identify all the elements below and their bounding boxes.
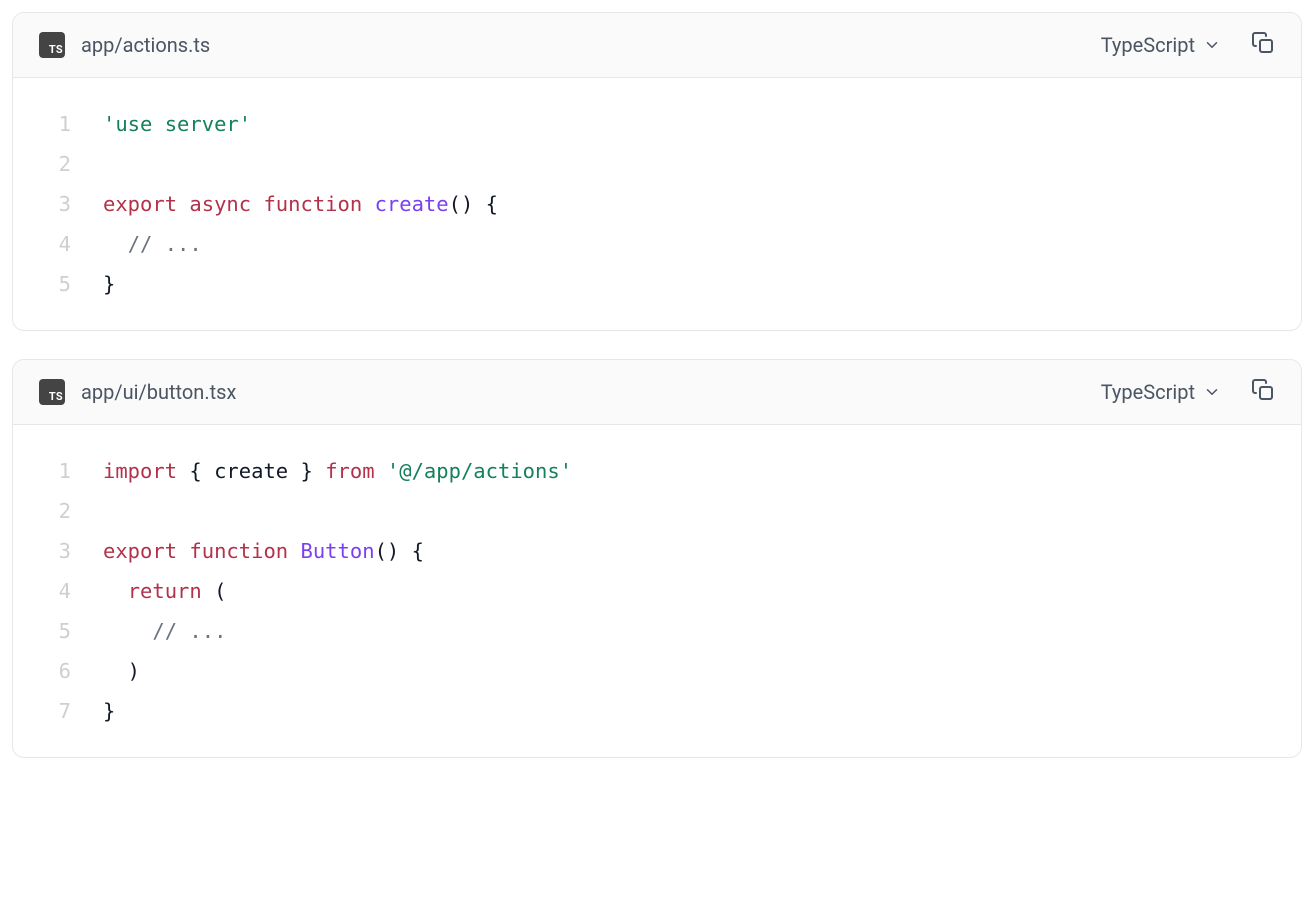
line-content xyxy=(103,491,1301,531)
code-block-header: TS app/actions.tsTypeScript xyxy=(13,13,1301,78)
code-token: function xyxy=(263,192,362,216)
line-number: 6 xyxy=(13,651,103,691)
code-token: from xyxy=(325,459,374,483)
line-number: 5 xyxy=(13,611,103,651)
code-block: TS app/actions.tsTypeScript 1'use server'2… xyxy=(12,12,1302,331)
line-content: // ... xyxy=(103,224,1301,264)
line-number: 2 xyxy=(13,491,103,531)
code-token: } xyxy=(288,459,325,483)
line-content: import { create } from '@/app/actions' xyxy=(103,451,1301,491)
code-token: // ... xyxy=(152,619,226,643)
code-token: export xyxy=(103,192,177,216)
typescript-badge-icon: TS xyxy=(39,32,65,58)
code-line: 7} xyxy=(13,691,1301,731)
code-token: 'use server' xyxy=(103,112,251,136)
code-line: 5} xyxy=(13,264,1301,304)
line-content: export async function create() { xyxy=(103,184,1301,224)
line-content: export function Button() { xyxy=(103,531,1301,571)
code-token: // ... xyxy=(128,232,202,256)
chevron-down-icon xyxy=(1203,383,1221,401)
line-content: ) xyxy=(103,651,1301,691)
code-token: } xyxy=(103,699,115,723)
code-token xyxy=(103,579,128,603)
code-token: export xyxy=(103,539,177,563)
code-line: 3export function Button() { xyxy=(13,531,1301,571)
code-token xyxy=(177,539,189,563)
code-token xyxy=(103,232,128,256)
line-content: return ( xyxy=(103,571,1301,611)
code-token: import xyxy=(103,459,177,483)
typescript-badge-icon: TS xyxy=(39,379,65,405)
code-token: () { xyxy=(375,539,424,563)
language-dropdown[interactable]: TypeScript xyxy=(1101,380,1221,404)
code-token: ) xyxy=(103,659,140,683)
code-token: '@/app/actions' xyxy=(387,459,572,483)
code-token: function xyxy=(189,539,288,563)
line-content: } xyxy=(103,264,1301,304)
line-number: 5 xyxy=(13,264,103,304)
language-dropdown[interactable]: TypeScript xyxy=(1101,33,1221,57)
line-number: 7 xyxy=(13,691,103,731)
code-block: TS app/ui/button.tsxTypeScript 1import { c… xyxy=(12,359,1302,758)
line-content xyxy=(103,144,1301,184)
code-token xyxy=(251,192,263,216)
code-body: 1'use server'23export async function cre… xyxy=(13,78,1301,330)
line-number: 2 xyxy=(13,144,103,184)
language-label: TypeScript xyxy=(1101,33,1195,57)
copy-icon xyxy=(1251,31,1275,59)
code-token: async xyxy=(189,192,251,216)
code-token: create xyxy=(214,459,288,483)
code-token xyxy=(362,192,374,216)
code-line: 2 xyxy=(13,491,1301,531)
line-number: 3 xyxy=(13,531,103,571)
line-number: 4 xyxy=(13,571,103,611)
code-line: 4 return ( xyxy=(13,571,1301,611)
code-block-header: TS app/ui/button.tsxTypeScript xyxy=(13,360,1301,425)
code-line: 1'use server' xyxy=(13,104,1301,144)
line-content: } xyxy=(103,691,1301,731)
copy-icon xyxy=(1251,378,1275,406)
code-line: 2 xyxy=(13,144,1301,184)
code-token xyxy=(103,619,152,643)
line-number: 1 xyxy=(13,104,103,144)
code-token: ( xyxy=(202,579,227,603)
line-content: // ... xyxy=(103,611,1301,651)
code-token: { xyxy=(177,459,214,483)
code-token xyxy=(288,539,300,563)
code-token: } xyxy=(103,272,115,296)
code-line: 3export async function create() { xyxy=(13,184,1301,224)
code-token: Button xyxy=(301,539,375,563)
line-number: 3 xyxy=(13,184,103,224)
code-token xyxy=(177,192,189,216)
code-line: 6 ) xyxy=(13,651,1301,691)
language-label: TypeScript xyxy=(1101,380,1195,404)
code-body: 1import { create } from '@/app/actions'2… xyxy=(13,425,1301,757)
code-token xyxy=(375,459,387,483)
copy-button[interactable] xyxy=(1251,378,1275,406)
code-token: () { xyxy=(449,192,498,216)
copy-button[interactable] xyxy=(1251,31,1275,59)
filename-label: app/ui/button.tsx xyxy=(81,380,1101,404)
code-line: 5 // ... xyxy=(13,611,1301,651)
code-token: return xyxy=(128,579,202,603)
line-number: 1 xyxy=(13,451,103,491)
filename-label: app/actions.ts xyxy=(81,33,1101,57)
code-token: create xyxy=(375,192,449,216)
chevron-down-icon xyxy=(1203,36,1221,54)
line-number: 4 xyxy=(13,224,103,264)
code-line: 4 // ... xyxy=(13,224,1301,264)
line-content: 'use server' xyxy=(103,104,1301,144)
code-line: 1import { create } from '@/app/actions' xyxy=(13,451,1301,491)
